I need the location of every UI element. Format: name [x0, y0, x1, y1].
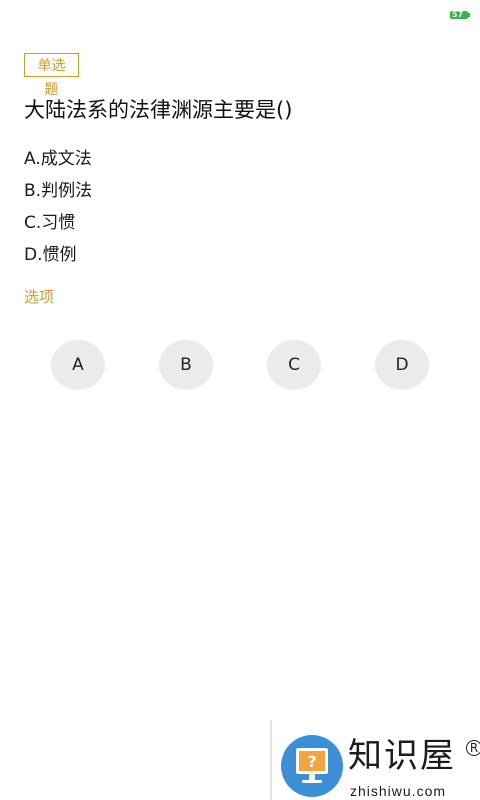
quiz-screen: 57 单选题 大陆法系的法律渊源主要是() A.成文法 B.判例法 C.习惯 D… — [0, 0, 480, 800]
answer-button-d[interactable]: D — [375, 340, 429, 390]
choices-label: 选项 — [24, 288, 55, 306]
status-bar: 57 — [0, 0, 480, 32]
answer-buttons: A B C D — [0, 340, 480, 392]
option-d: D.惯例 — [24, 245, 77, 265]
svg-text:?: ? — [307, 752, 316, 771]
answer-button-a[interactable]: A — [51, 340, 105, 390]
battery-tip — [468, 13, 470, 17]
option-list: A.成文法 B.判例法 C.习惯 D.惯例 — [24, 146, 456, 274]
watermark: ? 知识屋 R zhishiwu.com — [270, 710, 480, 800]
answer-button-b[interactable]: B — [159, 340, 213, 390]
battery-icon: 57 — [450, 10, 470, 19]
watermark-brand: 知识屋 — [348, 736, 456, 776]
watermark-divider — [270, 720, 272, 800]
option-c: C.习惯 — [24, 213, 76, 233]
watermark-site: zhishiwu.com — [350, 783, 447, 799]
question-text: 大陆法系的法律渊源主要是() — [24, 98, 293, 122]
help-monitor-icon: ? — [281, 735, 343, 797]
answer-button-c[interactable]: C — [267, 340, 321, 390]
battery-level: 57 — [452, 10, 464, 19]
option-a: A.成文法 — [24, 149, 92, 169]
option-b: B.判例法 — [24, 181, 93, 201]
question-type-badge: 单选题 — [24, 53, 79, 98]
registered-mark: R — [466, 740, 480, 756]
